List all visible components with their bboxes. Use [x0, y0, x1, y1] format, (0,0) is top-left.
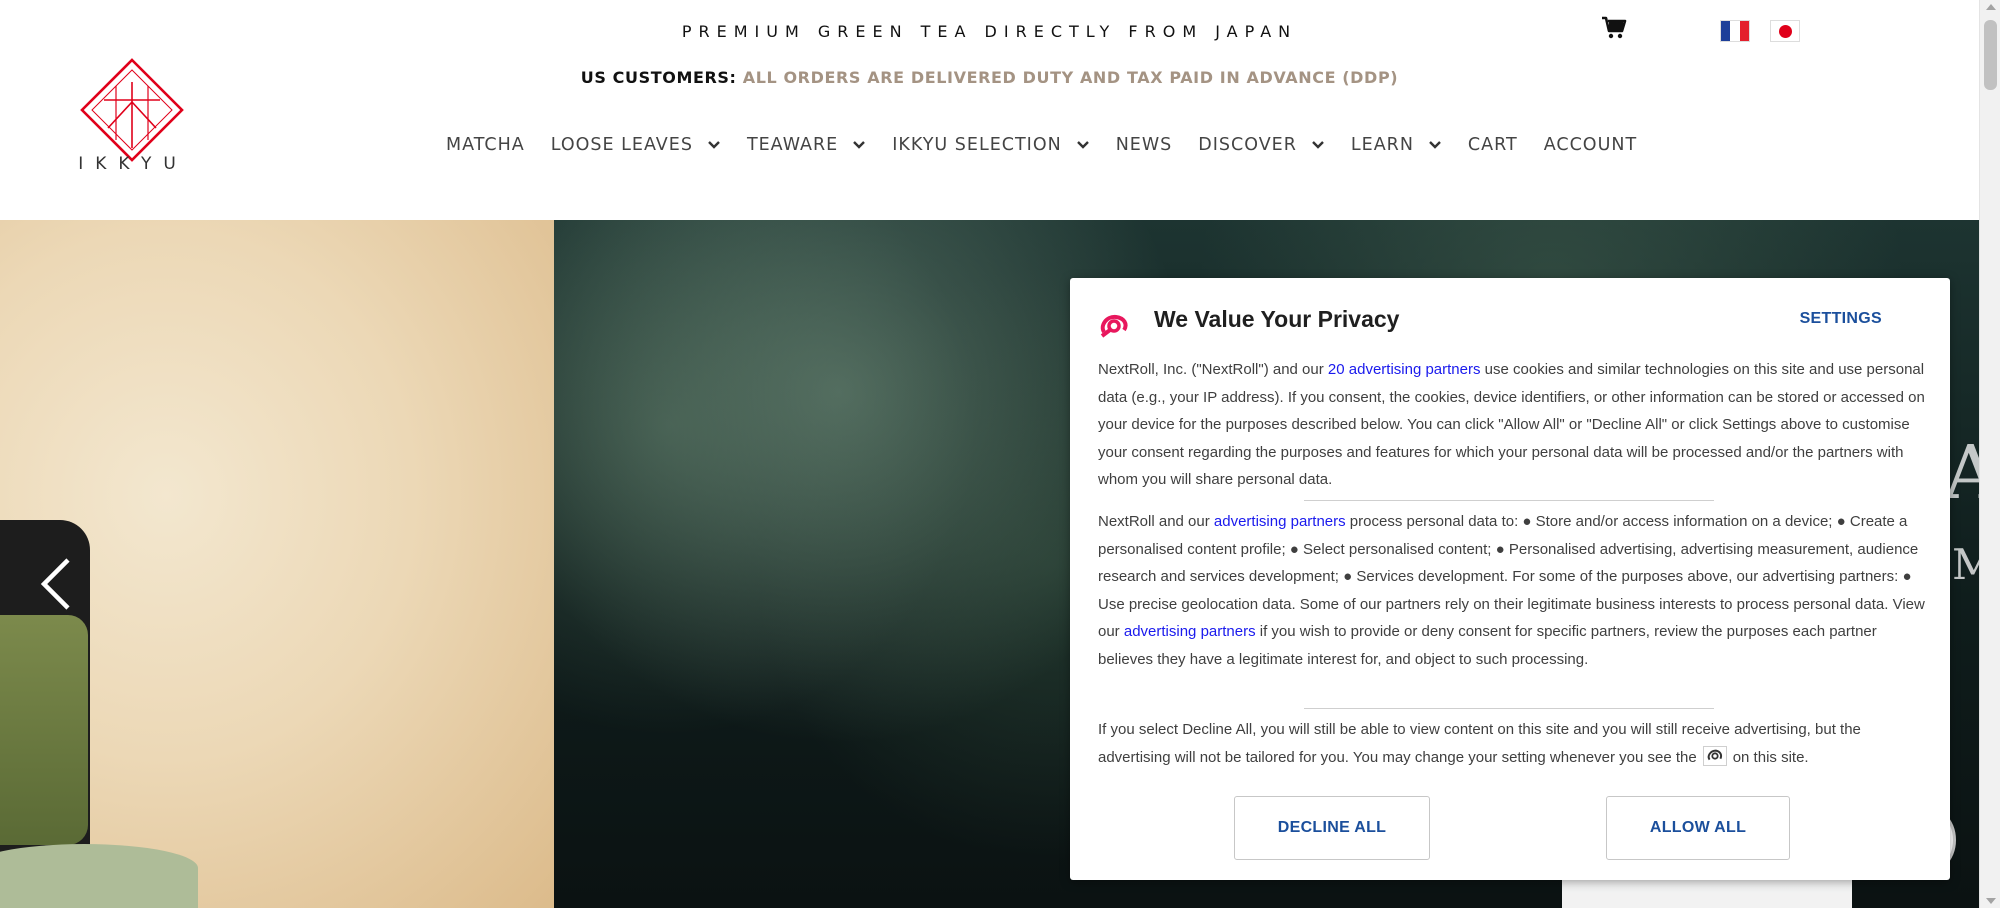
- tea-tin-stand: [0, 844, 198, 908]
- nav-learn[interactable]: LEARN: [1351, 135, 1442, 155]
- tea-tin-label: [0, 615, 88, 845]
- allow-all-button[interactable]: ALLOW ALL: [1606, 796, 1790, 860]
- nav-discover-label: DISCOVER: [1198, 135, 1297, 155]
- nav-ikkyu-selection[interactable]: IKKYU SELECTION: [892, 135, 1089, 155]
- nav-news-label: NEWS: [1115, 135, 1173, 155]
- advertising-partners-link[interactable]: advertising partners: [1124, 623, 1256, 640]
- consent-decline-text: If you select Decline All, you will stil…: [1098, 716, 1928, 771]
- scroll-thumb[interactable]: [1984, 20, 1997, 90]
- nav-cart[interactable]: CART: [1468, 135, 1518, 155]
- consent-purposes-text: NextRoll and our advertising partners pr…: [1098, 508, 1928, 673]
- chevron-down-icon: [1076, 141, 1089, 149]
- consent-title: We Value Your Privacy: [1154, 306, 1400, 332]
- consent-intro-part: use cookies and similar technologies on …: [1098, 361, 1925, 488]
- consent-decline-part: on this site.: [1732, 748, 1809, 766]
- hero-subheadline-fragment: M: [1952, 540, 1979, 589]
- consent-intro-text: NextRoll, Inc. ("NextRoll") and our 20 a…: [1098, 356, 1928, 494]
- shipping-notice: US CUSTOMERS: ALL ORDERS ARE DELIVERED D…: [0, 68, 1979, 87]
- notice-label: US CUSTOMERS:: [580, 68, 737, 87]
- chevron-down-icon: [1312, 141, 1324, 149]
- nav-loose-leaves[interactable]: LOOSE LEAVES: [551, 135, 721, 155]
- nav-cart-label: CART: [1467, 135, 1518, 155]
- consent-purposes-part: process personal data to: ● Store and/or…: [1098, 513, 1925, 640]
- consent-intro-part: NextRoll, Inc. ("NextRoll") and our: [1098, 361, 1328, 378]
- settings-button[interactable]: SETTINGS: [1800, 310, 1882, 328]
- site-header: PREMIUM GREEN TEA DIRECTLY FROM JAPAN US…: [0, 0, 1979, 220]
- japanese-flag-icon[interactable]: [1770, 20, 1800, 42]
- chevron-down-icon: [708, 141, 720, 149]
- divider: [1304, 500, 1714, 501]
- nav-ikkyu-selection-label: IKKYU SELECTION: [892, 135, 1062, 155]
- page: PREMIUM GREEN TEA DIRECTLY FROM JAPAN US…: [0, 0, 1979, 908]
- tagline: PREMIUM GREEN TEA DIRECTLY FROM JAPAN: [681, 22, 1298, 41]
- logo-wordmark: IKKYU: [78, 154, 188, 174]
- nextroll-preferences-icon[interactable]: [1702, 745, 1727, 766]
- scroll-up-arrow-icon[interactable]: [1986, 4, 1996, 10]
- nav-teaware-label: TEAWARE: [746, 135, 839, 155]
- chevron-left-icon[interactable]: [36, 556, 76, 612]
- nav-account-label: ACCOUNT: [1543, 135, 1638, 155]
- consent-purposes-part: NextRoll and our: [1098, 513, 1214, 530]
- main-nav: MATCHA LOOSE LEAVES TEAWARE IKKYU SELECT…: [446, 132, 1663, 158]
- scroll-down-arrow-icon[interactable]: [1986, 898, 1996, 904]
- cart-icon[interactable]: [1601, 16, 1627, 40]
- nav-matcha[interactable]: MATCHA: [446, 135, 525, 155]
- privacy-consent-dialog: We Value Your Privacy SETTINGS NextRoll,…: [1070, 278, 1950, 880]
- advertising-partners-link[interactable]: advertising partners: [1214, 513, 1346, 530]
- advertising-partners-count-link[interactable]: 20 advertising partners: [1328, 361, 1481, 378]
- nav-matcha-label: MATCHA: [446, 135, 525, 155]
- decline-all-button[interactable]: DECLINE ALL: [1234, 796, 1430, 860]
- notice-message: ALL ORDERS ARE DELIVERED DUTY AND TAX PA…: [742, 68, 1399, 87]
- chevron-down-icon: [1429, 141, 1441, 149]
- nav-learn-label: LEARN: [1350, 135, 1414, 155]
- nextroll-logo-icon: [1100, 314, 1128, 338]
- page-scrollbar[interactable]: [1979, 0, 2000, 908]
- nav-loose-leaves-label: LOOSE LEAVES: [550, 135, 693, 155]
- nav-news[interactable]: NEWS: [1116, 135, 1173, 155]
- divider: [1304, 708, 1714, 709]
- nav-teaware[interactable]: TEAWARE: [747, 135, 866, 155]
- nav-account[interactable]: ACCOUNT: [1544, 135, 1637, 155]
- chevron-down-icon: [853, 141, 866, 149]
- french-flag-icon[interactable]: [1720, 20, 1750, 42]
- nav-discover[interactable]: DISCOVER: [1198, 135, 1325, 155]
- hero-product-panel: [0, 220, 554, 908]
